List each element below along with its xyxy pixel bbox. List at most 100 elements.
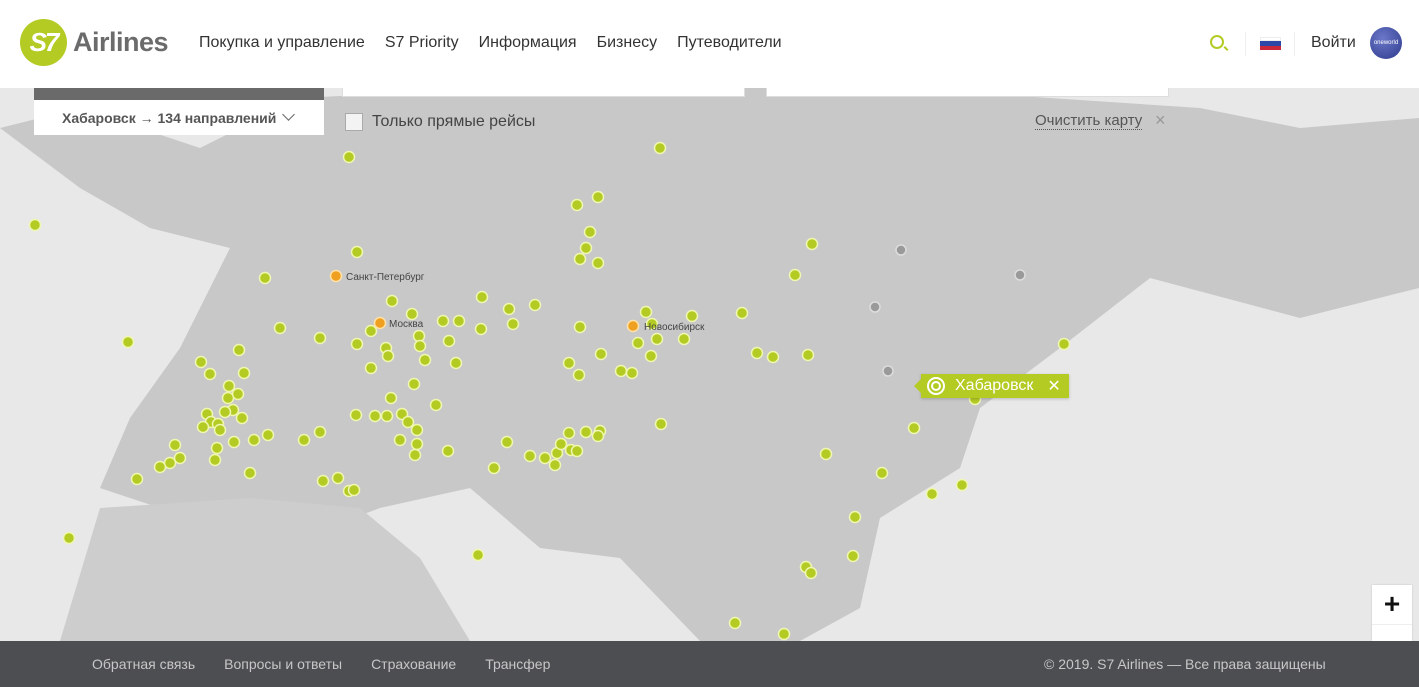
logo-text: Airlines — [73, 27, 169, 57]
destination-dot — [194, 355, 208, 369]
landmass-africa — [60, 498, 470, 641]
destination-dot — [368, 409, 382, 423]
destination-dot — [213, 423, 227, 437]
destination-dot — [273, 321, 287, 335]
close-icon[interactable]: × — [1155, 110, 1166, 131]
destination-dot — [297, 433, 311, 447]
destination-dot — [313, 331, 327, 345]
close-icon[interactable]: ✕ — [1047, 376, 1060, 396]
destination-dot — [407, 377, 421, 391]
zoom-control: + — [1372, 585, 1412, 641]
destination-dot — [364, 361, 378, 375]
destination-dot — [548, 458, 562, 472]
destination-dot — [562, 356, 576, 370]
destination-dot — [405, 307, 419, 321]
destination-dot — [153, 460, 167, 474]
destination-dot — [500, 435, 514, 449]
destination-dot — [218, 405, 232, 419]
destination-dot — [227, 435, 241, 449]
destination-dot — [750, 346, 764, 360]
destination-dot — [350, 337, 364, 351]
destination-dot — [591, 256, 605, 270]
destination-dot — [316, 474, 330, 488]
logo-mark: S7 — [20, 19, 67, 66]
destination-dot — [28, 218, 42, 232]
destination-dot — [570, 198, 584, 212]
destination-dot — [644, 349, 658, 363]
destination-dot — [130, 472, 144, 486]
destination-dot — [384, 391, 398, 405]
login-link[interactable]: Войти — [1311, 34, 1356, 52]
footer-link-insurance[interactable]: Страхование — [371, 656, 456, 672]
footer-link-feedback[interactable]: Обратная связь — [92, 656, 195, 672]
destination-dot — [594, 347, 608, 361]
direct-only-checkbox[interactable] — [345, 113, 363, 131]
destination-dot — [766, 350, 780, 364]
destination-dot — [350, 245, 364, 259]
destination-dot — [168, 438, 182, 452]
destination-dot — [788, 268, 802, 282]
oneworld-logo[interactable]: oneworld — [1370, 27, 1402, 59]
inactive-dot — [869, 301, 881, 313]
destination-dot — [583, 225, 597, 239]
destination-dot — [506, 317, 520, 331]
route-map[interactable]: Хабаровск → 134 направлений Только прямы… — [0, 88, 1419, 641]
destination-dot — [342, 150, 356, 164]
destination-dot — [875, 466, 889, 480]
destination-dot — [579, 425, 593, 439]
inactive-dot — [895, 244, 907, 256]
destination-dot — [173, 451, 187, 465]
destination-dot — [429, 398, 443, 412]
destination-dot — [313, 425, 327, 439]
destination-dot — [235, 411, 249, 425]
footer-link-transfer[interactable]: Трансфер — [485, 656, 550, 672]
s7-logo[interactable]: S7 Airlines — [20, 19, 169, 66]
nav-info[interactable]: Информация — [479, 34, 577, 52]
destination-dot — [848, 510, 862, 524]
destination-dot — [591, 190, 605, 204]
direction-selector[interactable]: Хабаровск → 134 направлений — [34, 88, 324, 135]
destination-dot — [523, 449, 537, 463]
nav-guides[interactable]: Путеводители — [677, 34, 781, 52]
destination-dot — [502, 302, 516, 316]
destination-dot — [554, 437, 568, 451]
destination-dot — [639, 305, 653, 319]
hub-label-moscow: Москва — [389, 319, 424, 330]
destination-dot — [258, 271, 272, 285]
from-field[interactable] — [342, 88, 745, 97]
destination-dot — [196, 420, 210, 434]
destination-dot — [650, 332, 664, 346]
hub-label-spb: Санкт-Петербург — [346, 272, 425, 283]
footer-link-faq[interactable]: Вопросы и ответы — [224, 656, 342, 672]
destination-dot — [401, 415, 415, 429]
to-field[interactable] — [766, 88, 1169, 97]
selected-city-name: Хабаровск — [955, 377, 1034, 394]
destination-dot — [222, 379, 236, 393]
selected-city-popup[interactable]: Хабаровск ✕ — [914, 374, 1069, 398]
destination-dot — [801, 348, 815, 362]
footer: Обратная связь Вопросы и ответы Страхова… — [0, 641, 1419, 687]
destination-dot — [474, 322, 488, 336]
direct-only-filter[interactable]: Только прямые рейсы — [345, 113, 535, 131]
map-canvas[interactable] — [0, 88, 1419, 641]
nav-business[interactable]: Бизнесу — [597, 34, 658, 52]
nav-priority[interactable]: S7 Priority — [385, 34, 459, 52]
destination-dot — [579, 241, 593, 255]
destination-dot — [528, 298, 542, 312]
destination-dot — [591, 429, 605, 443]
search-icon[interactable] — [1210, 35, 1224, 49]
hub-label-novosibirsk: Новосибирск — [644, 322, 705, 333]
destination-dot — [237, 366, 251, 380]
destination-dot — [449, 356, 463, 370]
destination-dot — [475, 290, 489, 304]
destination-dot — [261, 428, 275, 442]
destination-dot — [441, 444, 455, 458]
nav-purchase[interactable]: Покупка и управление — [199, 34, 365, 52]
destination-dot — [393, 433, 407, 447]
zoom-in-button[interactable]: + — [1372, 585, 1412, 625]
flag-russia-icon[interactable] — [1260, 37, 1281, 50]
destination-dot — [728, 616, 742, 630]
destination-dot — [570, 444, 584, 458]
destination-dot — [418, 353, 432, 367]
clear-map-link[interactable]: Очистить карту — [1035, 112, 1143, 130]
